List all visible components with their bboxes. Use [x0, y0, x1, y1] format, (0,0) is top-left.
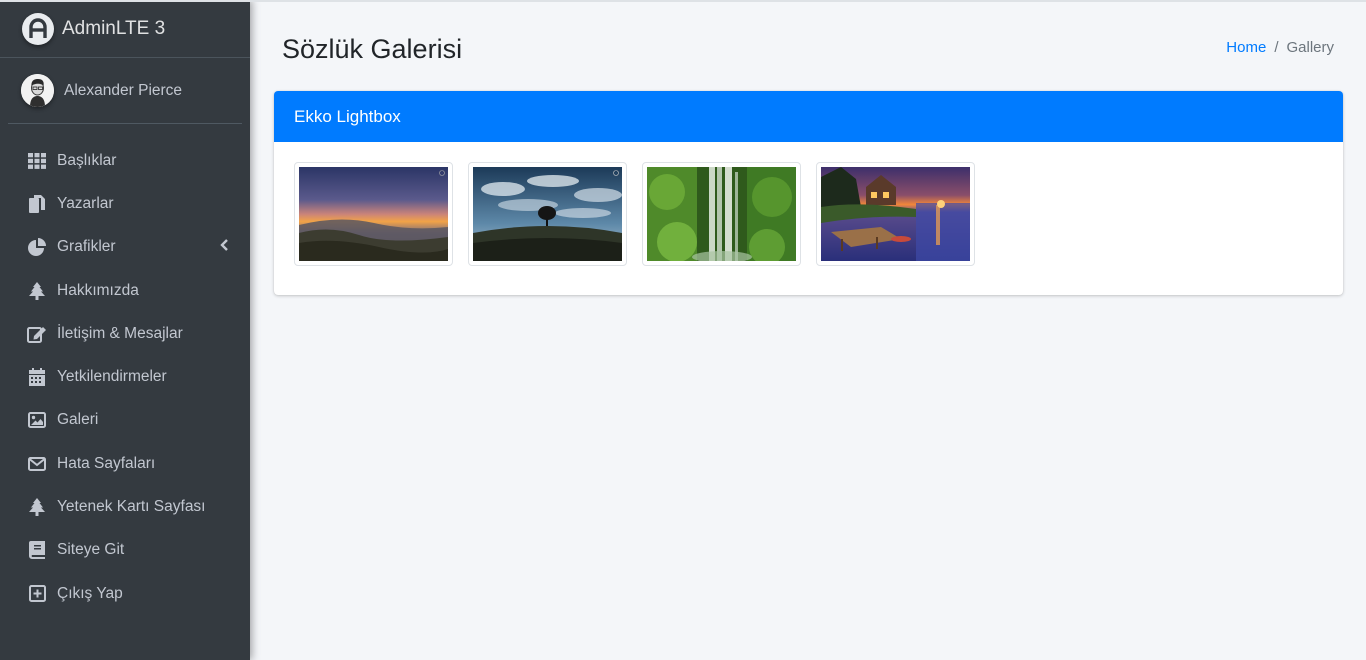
sidebar-item-siteye-git[interactable]: Siteye Git — [0, 529, 250, 572]
sidebar-item-cikis-yap[interactable]: Çıkış Yap — [0, 572, 250, 615]
copy-icon — [27, 194, 47, 214]
sidebar-item-label: Grafikler — [57, 238, 116, 256]
user-name: Alexander Pierce — [64, 81, 183, 99]
content-wrapper: Sözlük Galerisi Home / Gallery Ekko Ligh… — [250, 0, 1366, 660]
gallery-thumbnail-lone-tree[interactable] — [468, 162, 627, 266]
sidebar-item-label: Yetenek Kartı Sayfası — [57, 498, 206, 516]
sidebar-item-label: Siteye Git — [57, 541, 125, 559]
chevron-left-icon — [220, 238, 228, 256]
breadcrumb: Home / Gallery — [1226, 39, 1334, 56]
sidebar-item-label: Hata Sayfaları — [57, 454, 156, 472]
sidebar-item-hata-sayfalari[interactable]: Hata Sayfaları — [0, 442, 250, 485]
breadcrumb-current: Gallery — [1286, 39, 1334, 56]
gallery-thumbnail-lake-cabin[interactable] — [816, 162, 975, 266]
user-panel[interactable]: Alexander Pierce — [8, 58, 242, 124]
breadcrumb-separator: / — [1274, 39, 1279, 56]
plus-square-icon — [27, 584, 47, 604]
gallery-card: Ekko Lightbox — [274, 91, 1343, 295]
sidebar-item-label: İletişim & Mesajlar — [57, 324, 183, 342]
book-icon — [27, 540, 47, 560]
sidebar-item-basliklar[interactable]: Başlıklar — [0, 139, 250, 182]
sunset-hills-image — [299, 167, 448, 261]
waterfall-image — [647, 167, 796, 261]
sidebar-item-iletisim[interactable]: İletişim & Mesajlar — [0, 312, 250, 355]
envelope-icon — [27, 454, 47, 474]
image-icon — [27, 410, 47, 430]
sidebar-item-hakkimizda[interactable]: Hakkımızda — [0, 269, 250, 312]
sidebar-item-yetkilendirmeler[interactable]: Yetkilendirmeler — [0, 355, 250, 398]
avatar — [21, 74, 54, 107]
sidebar-item-label: Çıkış Yap — [57, 584, 123, 602]
page-title: Sözlük Galerisi — [282, 34, 463, 64]
lone-tree-image — [473, 167, 622, 261]
tree-icon — [27, 281, 47, 301]
tree-icon — [27, 497, 47, 517]
sidebar-nav: Başlıklar Yazarlar Grafikler Hakkımızda … — [0, 124, 250, 615]
gallery-thumbnail-sunset[interactable] — [294, 162, 453, 266]
sidebar-item-yazarlar[interactable]: Yazarlar — [0, 182, 250, 225]
sidebar-item-yetenek-karti[interactable]: Yetenek Kartı Sayfası — [0, 485, 250, 528]
card-body — [274, 142, 1343, 295]
main-sidebar: AdminLTE 3 Alexander Pierce Başlıklar Ya… — [0, 0, 250, 660]
lake-cabin-image — [821, 167, 970, 261]
calendar-icon — [27, 367, 47, 387]
brand-link[interactable]: AdminLTE 3 — [0, 0, 250, 58]
sidebar-item-label: Yazarlar — [57, 194, 114, 212]
brand-text: AdminLTE 3 — [62, 17, 166, 39]
top-border — [0, 0, 1366, 2]
edit-icon — [27, 324, 47, 344]
pie-chart-icon — [27, 237, 47, 257]
sidebar-item-galeri[interactable]: Galeri — [0, 399, 250, 442]
sidebar-item-label: Yetkilendirmeler — [57, 368, 167, 386]
gallery-thumbnail-waterfall[interactable] — [642, 162, 801, 266]
card-header: Ekko Lightbox — [274, 91, 1343, 142]
grid-icon — [27, 151, 47, 171]
sidebar-item-grafikler[interactable]: Grafikler — [0, 226, 250, 269]
sidebar-item-label: Hakkımızda — [57, 281, 139, 299]
sidebar-item-label: Başlıklar — [57, 151, 117, 169]
brand-logo-icon — [22, 12, 54, 45]
sidebar-item-label: Galeri — [57, 411, 99, 429]
breadcrumb-home-link[interactable]: Home — [1226, 39, 1266, 56]
card-title: Ekko Lightbox — [294, 106, 401, 126]
